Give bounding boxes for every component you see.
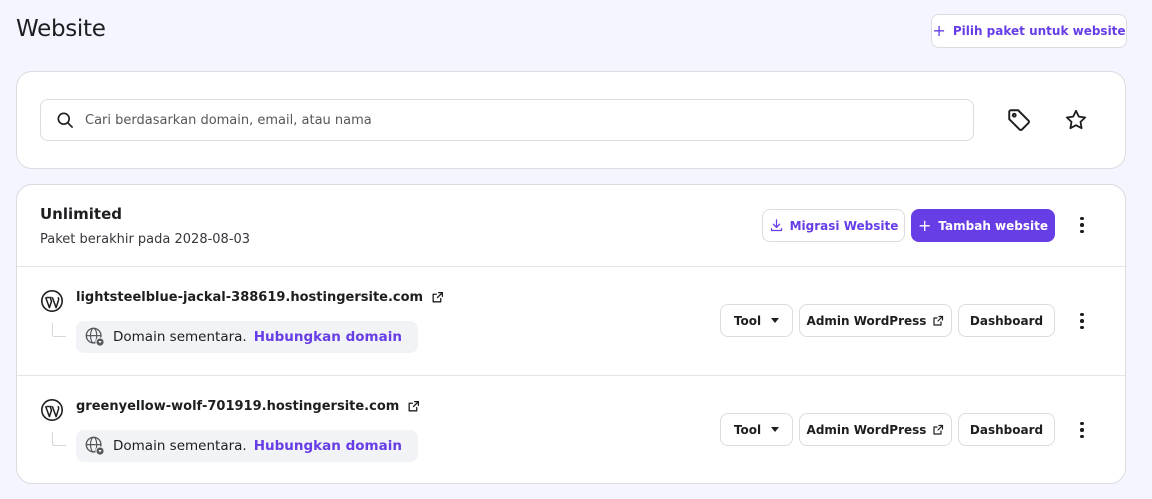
- migrate-website-button[interactable]: Migrasi Website: [762, 209, 905, 242]
- tool-dropdown-button[interactable]: Tool: [720, 304, 793, 337]
- tool-label: Tool: [733, 313, 762, 328]
- tag-icon: [1008, 109, 1030, 131]
- external-link-icon: [432, 291, 444, 303]
- search-input[interactable]: [85, 112, 945, 128]
- temp-domain-badge: Domain sementara. Hubungkan domain: [76, 430, 418, 462]
- add-website-label: Tambah website: [938, 218, 1048, 233]
- temp-domain-label: Domain sementara.: [113, 329, 247, 345]
- globe-icon: [85, 436, 105, 456]
- more-vertical-icon: [1080, 421, 1084, 426]
- tag-filter-button[interactable]: [1006, 107, 1032, 133]
- site-domain: greenyellow-wolf-701919.hostingersite.co…: [76, 399, 400, 414]
- admin-wordpress-label: Admin WordPress: [806, 422, 927, 437]
- search-icon: [57, 112, 73, 128]
- plan-expiry: Paket berakhir pada 2028-08-03: [40, 232, 251, 247]
- plan-card: Unlimited Paket berakhir pada 2028-08-03…: [16, 184, 1126, 484]
- download-icon: [770, 219, 782, 232]
- site-domain-link[interactable]: greenyellow-wolf-701919.hostingersite.co…: [76, 399, 420, 414]
- globe-icon: [85, 327, 105, 347]
- site-row: greenyellow-wolf-701919.hostingersite.co…: [17, 376, 1125, 483]
- caret-down-icon: [771, 318, 780, 323]
- external-link-icon: [933, 315, 944, 326]
- temp-domain-label: Domain sementara.: [113, 438, 247, 454]
- site-row: lightsteelblue-jackal-388619.hostingersi…: [17, 267, 1125, 376]
- plus-icon: +: [932, 21, 946, 40]
- external-link-icon: [408, 400, 420, 412]
- more-vertical-icon: [1080, 216, 1084, 221]
- migrate-website-label: Migrasi Website: [789, 218, 899, 233]
- site-domain: lightsteelblue-jackal-388619.hostingersi…: [76, 290, 424, 305]
- temp-domain-badge: Domain sementara. Hubungkan domain: [76, 321, 418, 353]
- tool-dropdown-button[interactable]: Tool: [720, 413, 793, 446]
- page-title: Website: [16, 16, 106, 42]
- tool-label: Tool: [733, 422, 762, 437]
- plan-header: Unlimited Paket berakhir pada 2028-08-03…: [17, 185, 1125, 267]
- tree-connector: [52, 432, 66, 446]
- tree-connector: [52, 323, 66, 337]
- external-link-icon: [933, 424, 944, 435]
- search-box[interactable]: [40, 99, 974, 141]
- admin-wordpress-button[interactable]: Admin WordPress: [799, 413, 952, 446]
- admin-wordpress-button[interactable]: Admin WordPress: [799, 304, 952, 337]
- choose-plan-button[interactable]: + Pilih paket untuk website: [931, 14, 1127, 48]
- site-more-button[interactable]: [1072, 418, 1092, 442]
- plan-more-button[interactable]: [1072, 213, 1092, 237]
- choose-plan-label: Pilih paket untuk website: [952, 24, 1126, 38]
- favorites-button[interactable]: [1063, 107, 1089, 133]
- wordpress-icon: [41, 290, 63, 312]
- connect-domain-link[interactable]: Hubungkan domain: [254, 329, 402, 345]
- plus-icon: +: [918, 215, 932, 235]
- plan-name: Unlimited: [40, 205, 122, 223]
- search-card: [16, 71, 1126, 169]
- caret-down-icon: [771, 427, 780, 432]
- connect-domain-link[interactable]: Hubungkan domain: [254, 438, 402, 454]
- star-icon: [1066, 109, 1086, 130]
- site-domain-link[interactable]: lightsteelblue-jackal-388619.hostingersi…: [76, 290, 444, 305]
- site-more-button[interactable]: [1072, 309, 1092, 333]
- dashboard-label: Dashboard: [969, 422, 1044, 437]
- more-vertical-icon: [1080, 312, 1084, 317]
- add-website-button[interactable]: + Tambah website: [911, 209, 1055, 242]
- wordpress-icon: [41, 399, 63, 421]
- dashboard-button[interactable]: Dashboard: [958, 413, 1055, 446]
- admin-wordpress-label: Admin WordPress: [806, 313, 927, 328]
- dashboard-button[interactable]: Dashboard: [958, 304, 1055, 337]
- dashboard-label: Dashboard: [969, 313, 1044, 328]
